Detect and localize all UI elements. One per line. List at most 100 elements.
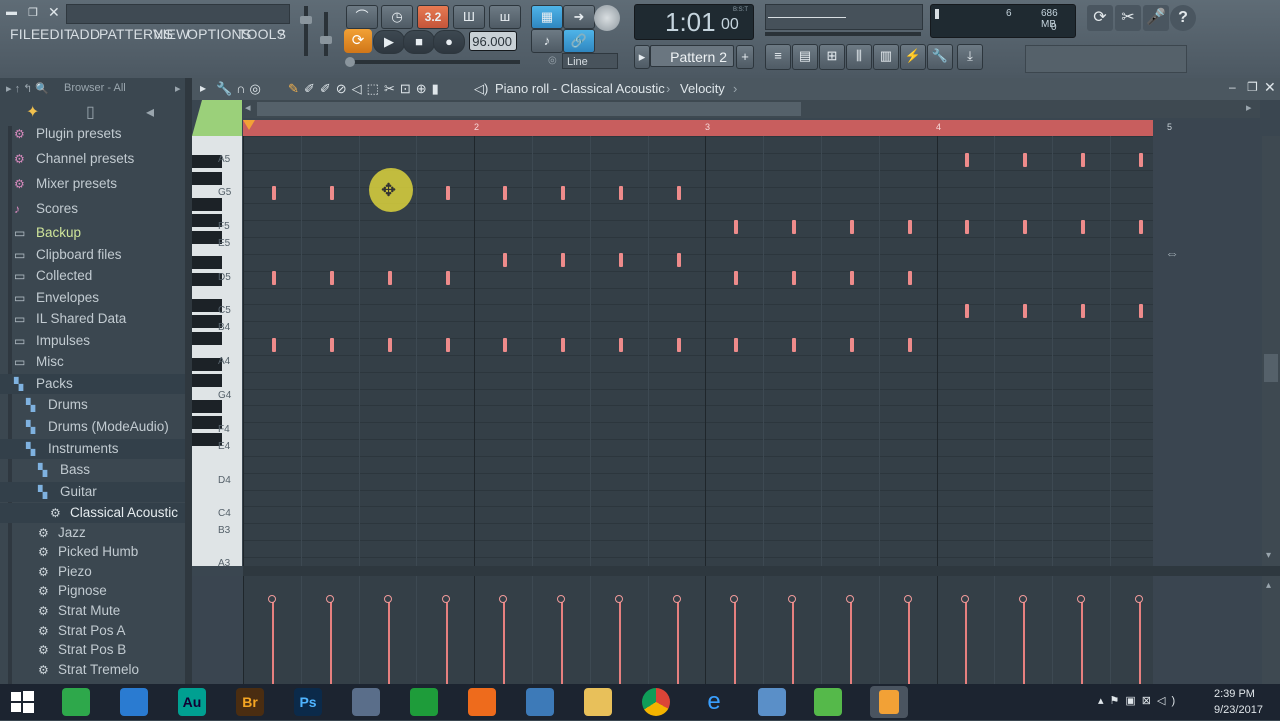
close-icon[interactable]: ✕ xyxy=(48,4,62,20)
news-panel[interactable] xyxy=(1025,45,1187,73)
note[interactable] xyxy=(330,186,334,200)
browser-item[interactable]: ▭ Misc xyxy=(0,352,185,372)
clock-date[interactable]: 9/23/2017 xyxy=(1214,704,1263,716)
media-encoder-icon[interactable] xyxy=(352,688,380,716)
velocity-pane[interactable] xyxy=(243,576,1260,684)
scroll-up-icon[interactable]: ▴ xyxy=(1266,580,1271,591)
menu-help[interactable]: ? xyxy=(277,26,285,42)
clock-time[interactable]: 2:39 PM xyxy=(1214,688,1255,700)
playhead-marker[interactable] xyxy=(243,120,255,130)
pattern-song-toggle[interactable]: ⟳ xyxy=(344,29,372,53)
note[interactable] xyxy=(503,186,507,200)
piano-roll-menu-icon[interactable]: ▸ xyxy=(200,81,206,95)
note[interactable] xyxy=(1081,304,1085,318)
browser-item[interactable]: ⚙ Picked Humb xyxy=(0,542,185,562)
browser-item[interactable]: ▚ Packs xyxy=(0,374,185,394)
song-position-handle[interactable] xyxy=(345,57,355,67)
velocity-bar[interactable] xyxy=(561,600,563,684)
note[interactable] xyxy=(677,253,681,267)
snap-selector[interactable]: Line xyxy=(562,53,618,69)
browser-nav-icons[interactable]: ▸ ↑ ↰ 🔍 xyxy=(6,82,49,95)
note[interactable] xyxy=(965,304,969,318)
note[interactable] xyxy=(850,220,854,234)
velocity-bar[interactable] xyxy=(388,600,390,684)
black-key[interactable] xyxy=(192,172,222,186)
note[interactable] xyxy=(1023,304,1027,318)
browser-item[interactable]: ⚙ Strat Pos A xyxy=(0,621,185,641)
note[interactable] xyxy=(908,220,912,234)
scrollbar-thumb[interactable] xyxy=(257,102,801,116)
note[interactable] xyxy=(677,338,681,352)
tempo-display[interactable]: 96.000 xyxy=(469,31,517,51)
control-panel-icon[interactable] xyxy=(758,688,786,716)
velocity-handle[interactable] xyxy=(904,595,912,603)
note[interactable] xyxy=(677,186,681,200)
piano-roll-target[interactable]: Velocity xyxy=(680,81,725,96)
fl-studio-taskbar-icon[interactable] xyxy=(870,686,908,718)
calculator-icon[interactable] xyxy=(62,688,90,716)
system-tray-icons[interactable]: ▴⚑▣⊠◁) xyxy=(1098,694,1181,707)
avast-icon[interactable] xyxy=(468,688,496,716)
event-splitter[interactable] xyxy=(243,566,1280,576)
note[interactable] xyxy=(503,253,507,267)
note[interactable] xyxy=(908,271,912,285)
metronome-button[interactable]: ⌒ xyxy=(346,5,378,29)
browser-item[interactable]: ⚙ Mixer presets xyxy=(0,174,185,194)
close-icon[interactable]: ✕ xyxy=(1264,79,1276,96)
pattern-selector[interactable]: Pattern 2 xyxy=(650,45,734,67)
note[interactable] xyxy=(734,220,738,234)
velocity-handle[interactable] xyxy=(673,595,681,603)
note[interactable] xyxy=(850,338,854,352)
help-icon[interactable]: ? xyxy=(1170,5,1196,31)
start-icon[interactable] xyxy=(8,688,36,716)
photoshop-icon[interactable]: Ps xyxy=(294,688,322,716)
velocity-bar[interactable] xyxy=(734,600,736,684)
browser-item[interactable]: ⚙ Plugin presets xyxy=(0,124,185,144)
file-explorer-icon[interactable] xyxy=(584,688,612,716)
record-button[interactable]: ● xyxy=(433,30,465,54)
browser-item[interactable]: ▚ Guitar xyxy=(0,482,185,502)
velocity-bar[interactable] xyxy=(446,600,448,684)
browser-item[interactable]: ⚙ Strat Mute xyxy=(0,601,185,621)
browser-item[interactable]: ♪ Scores xyxy=(0,199,185,219)
utorrent-icon[interactable] xyxy=(814,688,842,716)
black-key[interactable] xyxy=(192,197,222,211)
browser-item[interactable]: ▭ Envelopes xyxy=(0,288,185,308)
note[interactable] xyxy=(619,338,623,352)
note[interactable] xyxy=(965,220,969,234)
note[interactable] xyxy=(272,186,276,200)
browser-item[interactable]: ▭ IL Shared Data xyxy=(0,309,185,329)
browser-item[interactable]: ⚙ Channel presets xyxy=(0,149,185,169)
chrome-icon[interactable] xyxy=(642,688,670,716)
velocity-handle[interactable] xyxy=(961,595,969,603)
note[interactable] xyxy=(561,253,565,267)
scroll-left-icon[interactable]: ◂ xyxy=(245,101,251,114)
note[interactable] xyxy=(1023,153,1027,167)
horizontal-scrollbar[interactable]: ◂ ▸ xyxy=(243,100,1260,118)
vertical-scrollbar-thumb[interactable] xyxy=(1264,354,1278,382)
wait-input-button[interactable]: ◷ xyxy=(381,5,413,29)
browser-item[interactable]: ⚙ Jazz xyxy=(0,523,185,543)
velocity-handle[interactable] xyxy=(730,595,738,603)
note[interactable] xyxy=(388,271,392,285)
browser-item[interactable]: ⚙ Classical Acoustic xyxy=(0,503,185,523)
master-volume-handle[interactable] xyxy=(300,16,312,24)
restore-icon[interactable]: ❐ xyxy=(28,6,42,20)
browser-item[interactable]: ▚ Drums (ModeAudio) xyxy=(0,417,185,437)
velocity-handle[interactable] xyxy=(1135,595,1143,603)
note[interactable] xyxy=(446,271,450,285)
tools-icon[interactable]: ✂ xyxy=(1115,5,1141,31)
internet-explorer-icon[interactable]: e xyxy=(700,688,728,716)
note[interactable] xyxy=(388,338,392,352)
browser-item[interactable]: ▚ Instruments xyxy=(0,439,185,459)
velocity-handle[interactable] xyxy=(788,595,796,603)
browser-item[interactable]: ▚ Bass xyxy=(0,460,185,480)
menu-edit[interactable]: EDIT xyxy=(40,26,73,42)
download-icon[interactable]: ⤓ xyxy=(957,44,983,70)
note[interactable] xyxy=(965,153,969,167)
velocity-handle[interactable] xyxy=(442,595,450,603)
browser-icon[interactable]: ▥ xyxy=(873,44,899,70)
playlist-icon[interactable]: ≡ xyxy=(765,44,791,70)
browser-splitter[interactable] xyxy=(185,78,192,684)
channel-rack-icon[interactable]: ⊞ xyxy=(819,44,845,70)
